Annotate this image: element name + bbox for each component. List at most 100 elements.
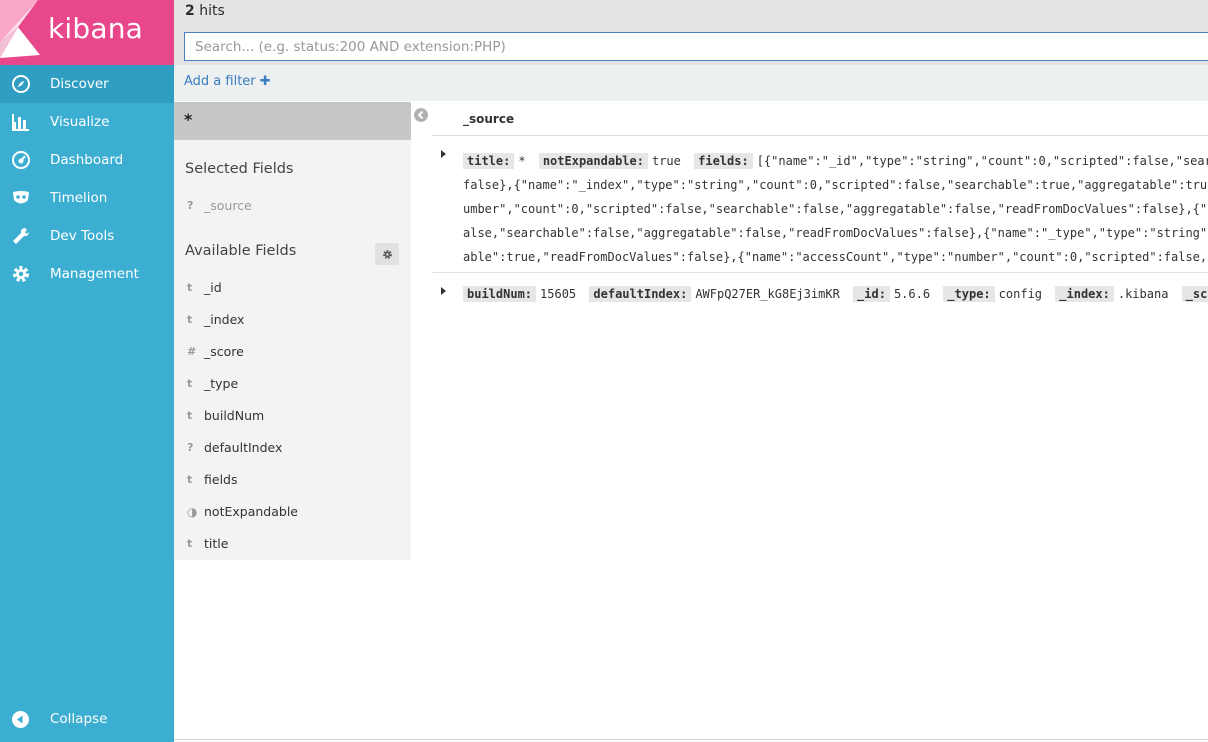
field-type-icon: t [187, 313, 193, 326]
sidebar-nav: kibana Discover Visualize Dashboard Time… [0, 0, 174, 742]
source-key: title: [463, 153, 515, 169]
row-line: false},{"name":"_index","type":"string",… [463, 178, 1208, 192]
source-value: 15605 [540, 287, 577, 301]
field-item-buildnum[interactable]: t buildNum [174, 403, 411, 431]
nav-timelion-label: Timelion [50, 190, 108, 206]
source-key: buildNum: [463, 286, 537, 302]
source-value: true [651, 154, 681, 168]
field-item-notexpandable[interactable]: ◑ notExpandable [174, 499, 411, 527]
nav-dashboard[interactable]: Dashboard [0, 141, 174, 179]
field-item-id[interactable]: t _id [174, 275, 411, 303]
doc-table-header: _source [432, 102, 1208, 136]
chevron-left-circle-icon [12, 711, 29, 728]
dashboard-gauge-icon [12, 151, 30, 169]
timelion-mask-icon [13, 191, 29, 204]
row-line: able":true,"readFromDocValues":false},{"… [463, 250, 1208, 264]
nav-visualize[interactable]: Visualize [0, 103, 174, 141]
field-item-source[interactable]: ? _source [174, 193, 411, 221]
source-value: [{"name":"_id","type":"string","count":0… [756, 154, 1208, 168]
expand-row-icon[interactable] [439, 150, 447, 158]
field-type-icon: t [187, 409, 193, 422]
collapse-label: Collapse [50, 711, 108, 727]
row-line: title: * notExpandable: true fields: [{"nam… [463, 149, 1208, 173]
field-type-icon: ◑ [187, 505, 198, 519]
field-type-icon: t [187, 473, 193, 486]
index-pattern-selector[interactable]: * [174, 102, 411, 140]
field-name: _type [204, 376, 239, 391]
source-key: _type: [943, 286, 995, 302]
field-type-icon: t [187, 377, 193, 390]
field-list-panel: * Selected Fields ? _source Available Fi… [174, 102, 411, 560]
kibana-logo[interactable]: kibana [0, 0, 174, 65]
filter-bar: Add a filter ✚ [174, 65, 1208, 101]
available-fields-title: Available Fields [185, 243, 297, 259]
source-key: _score: [1181, 286, 1208, 302]
kibana-logo-icon [0, 0, 40, 58]
field-item-title[interactable]: t title [174, 531, 411, 559]
wrench-icon [13, 227, 30, 244]
source-key: notExpandable: [538, 153, 648, 169]
hits-count: 2 hits [185, 3, 225, 19]
nav-discover-label: Discover [50, 76, 109, 92]
field-name: notExpandable [204, 504, 298, 519]
field-name: _score [204, 344, 244, 359]
source-value: * [518, 154, 526, 168]
plus-icon: ✚ [259, 74, 271, 89]
collapse-field-list-icon[interactable] [414, 108, 428, 122]
column-header-source[interactable]: _source [463, 112, 514, 126]
nav-dashboard-label: Dashboard [50, 152, 124, 168]
field-item-fields[interactable]: t fields [174, 467, 411, 495]
source-value: 5.6.6 [893, 287, 931, 301]
field-type-icon: # [187, 345, 197, 358]
query-bar: 2 hits Add a filter ✚ [174, 0, 1208, 101]
kibana-wordmark: kibana [48, 12, 144, 45]
field-name: _id [204, 280, 222, 295]
nav-timelion[interactable]: Timelion [0, 179, 174, 217]
gear-icon [382, 249, 392, 259]
nav-visualize-label: Visualize [50, 114, 110, 130]
source-value: config [998, 287, 1043, 301]
add-filter-link[interactable]: Add a filter ✚ [184, 74, 271, 89]
source-key: _id: [853, 286, 890, 302]
nav-dev-tools[interactable]: Dev Tools [0, 217, 174, 255]
field-item-index[interactable]: t _index [174, 307, 411, 335]
field-type-icon: t [187, 537, 193, 550]
field-name: fields [204, 472, 238, 487]
field-type-icon: ? [187, 441, 194, 454]
source-value: .kibana [1117, 287, 1169, 301]
search-input[interactable] [184, 32, 1208, 61]
add-filter-label: Add a filter [184, 74, 256, 89]
collapse-sidebar-button[interactable]: Collapse [0, 700, 174, 738]
hits-number: 2 [185, 3, 195, 19]
field-item-defaultindex[interactable]: ? defaultIndex [174, 435, 411, 463]
source-key: defaultIndex: [589, 286, 692, 302]
field-name: _index [204, 312, 245, 327]
divider [174, 739, 1208, 740]
source-key: _index: [1055, 286, 1114, 302]
row-line: umber","count":0,"scripted":false,"searc… [463, 202, 1208, 216]
field-item-type[interactable]: t _type [174, 371, 411, 399]
table-row: title: * notExpandable: true fields: [{"nam… [432, 137, 1208, 273]
nav-dev-tools-label: Dev Tools [50, 228, 115, 244]
hits-label: hits [194, 3, 225, 19]
expand-row-icon[interactable] [439, 287, 447, 295]
field-name: defaultIndex [204, 440, 283, 455]
selected-fields-title: Selected Fields [185, 161, 294, 177]
field-type-icon: t [187, 281, 193, 294]
compass-icon [12, 75, 30, 93]
gear-icon [13, 266, 29, 282]
nav-management-label: Management [50, 266, 139, 282]
field-name: _source [204, 198, 252, 213]
field-item-score[interactable]: # _score [174, 339, 411, 367]
source-value: AWFpQ27ER_kG8Ej3imKR [695, 287, 840, 301]
source-key: fields: [694, 153, 753, 169]
table-row: buildNum: 15605 defaultIndex: AWFpQ27ER_kG… [432, 274, 1208, 314]
nav-management[interactable]: Management [0, 255, 174, 293]
nav-discover[interactable]: Discover [0, 65, 174, 103]
row-source: buildNum: 15605 defaultIndex: AWFpQ27ER_kG… [463, 282, 1208, 306]
field-settings-button[interactable] [375, 243, 399, 265]
field-name: buildNum [204, 408, 265, 423]
bar-chart-icon [12, 114, 29, 131]
row-source: title: * notExpandable: true fields: [{"nam… [463, 149, 1208, 269]
field-type-icon: ? [187, 199, 194, 212]
